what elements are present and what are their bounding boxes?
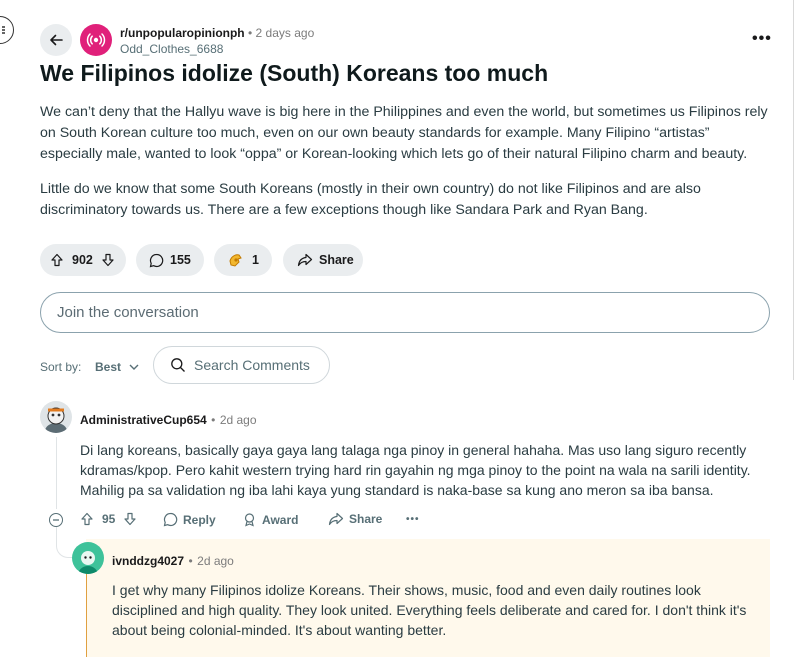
post-vote-bar: 902 xyxy=(40,244,126,276)
reply-thread-connector xyxy=(56,527,73,558)
comment-vote-count: 95 xyxy=(102,512,116,526)
chevron-down-icon xyxy=(129,364,139,370)
upvote-icon[interactable] xyxy=(50,253,64,267)
sort-value: Best xyxy=(95,360,122,374)
comment-more-options-button[interactable]: ••• xyxy=(406,514,420,525)
post-meta-line: r/unpopularopinionph • 2 days ago xyxy=(120,26,314,40)
sort-dropdown[interactable]: Best xyxy=(95,360,139,374)
comment-icon xyxy=(149,253,164,268)
downvote-icon[interactable] xyxy=(123,512,137,526)
post-body-paragraph-2: Little do we know that some South Korean… xyxy=(40,181,701,218)
sort-label: Sort by: xyxy=(40,360,82,374)
upvote-count: 902 xyxy=(72,253,93,267)
join-conversation-placeholder: Join the conversation xyxy=(57,304,199,321)
subreddit-link[interactable]: r/unpopularopinionph xyxy=(120,26,245,40)
reply-age: 2d ago xyxy=(197,554,234,568)
award-icon xyxy=(228,252,246,268)
award-comment-button[interactable]: Award xyxy=(242,512,298,527)
menu-icon xyxy=(0,25,5,35)
menu-button[interactable] xyxy=(0,16,14,44)
comment-vote-bar: 95 xyxy=(80,512,137,526)
comment-body: Di lang koreans, basically gaya gaya lan… xyxy=(80,442,751,498)
reply-header: ivnddzg4027 • 2d ago xyxy=(112,552,234,570)
subreddit-avatar[interactable] xyxy=(80,24,112,56)
search-comments-placeholder: Search Comments xyxy=(194,357,310,373)
avatar[interactable] xyxy=(40,401,72,433)
subreddit-icon xyxy=(86,30,106,50)
reply-icon xyxy=(163,512,178,527)
post-age: 2 days ago xyxy=(255,26,315,40)
collapse-thread-button[interactable] xyxy=(49,513,63,527)
share-button[interactable]: Share xyxy=(283,244,363,276)
sidebar-divider xyxy=(793,0,800,380)
post-more-options-button[interactable]: ••• xyxy=(752,30,772,48)
back-button[interactable] xyxy=(40,24,72,56)
comment-count: 155 xyxy=(170,253,191,267)
share-icon xyxy=(328,512,344,526)
reply-label: Reply xyxy=(183,512,216,527)
share-comment-label: Share xyxy=(349,512,383,526)
award-count: 1 xyxy=(252,253,259,267)
award-label: Award xyxy=(262,512,299,527)
reply-thread-line[interactable] xyxy=(86,572,87,657)
comment-separator: • xyxy=(211,413,216,427)
award-button[interactable]: 1 xyxy=(214,244,272,276)
post-title: We Filipinos idolize (South) Koreans too… xyxy=(40,60,549,86)
reply-separator: • xyxy=(188,554,193,568)
reply-button[interactable]: Reply xyxy=(163,512,216,527)
comment-header: AdministrativeCup654 • 2d ago xyxy=(80,411,257,429)
award-icon xyxy=(242,512,257,527)
reply-author[interactable]: ivnddzg4027 xyxy=(112,554,184,568)
share-icon xyxy=(297,253,313,267)
thread-line[interactable] xyxy=(56,437,57,509)
share-comment-button[interactable]: Share xyxy=(328,512,382,526)
back-arrow-icon xyxy=(48,32,64,48)
search-icon xyxy=(170,357,186,373)
avatar[interactable] xyxy=(72,542,104,574)
comment-author[interactable]: AdministrativeCup654 xyxy=(80,413,207,427)
upvote-icon[interactable] xyxy=(80,512,94,526)
post-body-paragraph-1: We can’t deny that the Hallyu wave is bi… xyxy=(40,104,768,162)
share-label: Share xyxy=(319,253,354,267)
comment-age: 2d ago xyxy=(219,413,257,427)
collapse-icon xyxy=(52,516,60,524)
join-conversation-input[interactable]: Join the conversation xyxy=(40,292,770,333)
post-author[interactable]: Odd_Clothes_6688 xyxy=(120,42,223,56)
search-comments-input[interactable]: Search Comments xyxy=(153,346,330,384)
meta-separator: • xyxy=(247,26,253,40)
downvote-icon[interactable] xyxy=(101,253,115,267)
reply-body: I get why many Filipinos idolize Koreans… xyxy=(112,582,747,638)
comments-button[interactable]: 155 xyxy=(136,244,204,276)
